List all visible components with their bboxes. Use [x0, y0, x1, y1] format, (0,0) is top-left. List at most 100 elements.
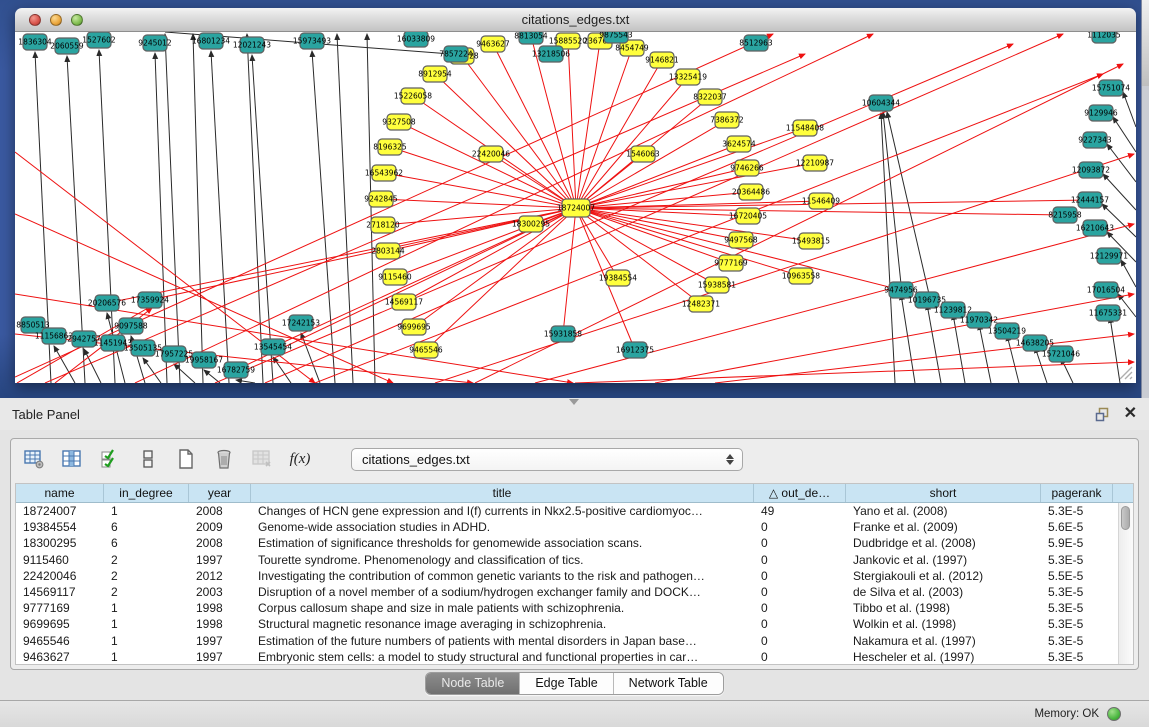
table-row[interactable]: 2242004622012Investigating the contribut… [16, 568, 1118, 584]
graph-node[interactable]: 9465546 [409, 342, 443, 358]
graph-node[interactable]: 19384554 [599, 270, 637, 286]
select-columns-check-icon[interactable] [97, 446, 123, 472]
split-pane-handle[interactable] [569, 399, 579, 405]
graph-node[interactable]: 8215958 [1048, 207, 1082, 223]
graph-node[interactable]: 8813054 [514, 32, 548, 44]
table-row[interactable]: 969969511998Structural magnetic resonanc… [16, 616, 1118, 632]
table-selector-dropdown[interactable]: citations_edges.txt [351, 448, 743, 471]
scrollbar-thumb[interactable] [1121, 506, 1130, 530]
network-window-titlebar[interactable]: citations_edges.txt [15, 8, 1136, 32]
graph-node[interactable]: 9463627 [476, 36, 510, 52]
table-row[interactable]: 977716911998Corpus callosum shape and si… [16, 600, 1118, 616]
graph-node[interactable]: 3624574 [722, 136, 756, 152]
graph-node[interactable]: 18300295 [512, 216, 550, 232]
graph-node[interactable]: 15751074 [1092, 80, 1130, 96]
column-header-out_degree[interactable]: △ out_de… [754, 484, 846, 502]
graph-node[interactable]: 15973493 [293, 33, 331, 49]
graph-node[interactable]: 9129946 [1084, 105, 1118, 121]
graph-node[interactable]: 1527602 [82, 32, 116, 48]
graph-node[interactable]: 15721046 [1042, 346, 1080, 362]
table-row[interactable]: 946362711997Embryonic stem cells: a mode… [16, 649, 1118, 664]
network-window[interactable]: citations_edges.txt 18724007 15226058 9327… [15, 8, 1136, 383]
float-panel-icon[interactable] [1095, 407, 1110, 422]
function-builder-icon[interactable]: f(x) [287, 446, 313, 472]
table-vertical-scrollbar[interactable] [1118, 503, 1133, 664]
graph-node[interactable]: 9242845 [364, 191, 398, 207]
graph-node[interactable]: 11546409 [802, 193, 840, 209]
graph-node[interactable]: 7857224 [439, 46, 473, 62]
graph-node[interactable]: 2718120 [366, 217, 400, 233]
table-column-icon[interactable] [59, 446, 85, 472]
graph-node[interactable]: 10963558 [782, 268, 820, 284]
zoom-window-button[interactable] [71, 14, 83, 26]
graph-node[interactable]: 13325419 [669, 69, 707, 85]
graph-node[interactable]: 9245012 [138, 35, 172, 51]
graph-node[interactable]: 13504219 [988, 323, 1026, 339]
graph-node[interactable]: 9115460 [378, 269, 412, 285]
graph-node[interactable]: 9497568 [724, 232, 758, 248]
graph-node[interactable]: 15931858 [544, 326, 582, 342]
delete-table-icon[interactable] [211, 446, 237, 472]
graph-node[interactable]: 9327508 [382, 114, 416, 130]
column-header-pagerank[interactable]: pagerank [1041, 484, 1113, 502]
table-row[interactable]: 1830029562008Estimation of significance … [16, 535, 1118, 551]
graph-node[interactable]: 12210987 [796, 155, 834, 171]
row-height-icon[interactable] [135, 446, 161, 472]
graph-node[interactable]: 16033809 [397, 32, 435, 47]
table-row[interactable]: 1872400712008Changes of HCN gene express… [16, 503, 1118, 519]
graph-node[interactable]: 16801234 [192, 33, 230, 49]
graph-node[interactable]: 8322037 [693, 89, 727, 105]
tab-edge-table[interactable]: Edge Table [519, 673, 612, 694]
network-view-canvas[interactable]: 1872400715226058932750881963251654396292… [15, 32, 1136, 383]
table-row[interactable]: 946554611997Estimation of the future num… [16, 633, 1118, 649]
graph-node[interactable]: 20364486 [732, 184, 770, 200]
table-row[interactable]: 1938455462009Genome-wide association stu… [16, 519, 1118, 535]
column-header-title[interactable]: title [251, 484, 754, 502]
window-resize-grip[interactable] [1117, 364, 1133, 380]
graph-node[interactable]: 16912375 [616, 342, 654, 358]
graph-node[interactable]: 9777169 [714, 255, 748, 271]
graph-node[interactable]: 12129971 [1090, 248, 1128, 264]
graph-node[interactable]: 22420046 [472, 146, 510, 162]
graph-node[interactable]: 7386372 [710, 112, 744, 128]
close-window-button[interactable] [29, 14, 41, 26]
tab-network-table[interactable]: Network Table [613, 673, 723, 694]
cell-in_degree: 6 [104, 520, 189, 534]
graph-node[interactable]: 11548408 [786, 120, 824, 136]
graph-node[interactable]: 9097588 [114, 318, 148, 334]
graph-node[interactable]: 2803144 [371, 243, 405, 259]
graph-node[interactable]: 1112035 [1087, 32, 1121, 43]
column-header-short[interactable]: short [846, 484, 1041, 502]
graph-node[interactable]: 9875543 [599, 32, 633, 43]
table-row[interactable]: 911546021997Tourette syndrome. Phenomeno… [16, 552, 1118, 568]
graph-node[interactable]: 12482371 [682, 296, 720, 312]
column-header-name[interactable]: name [16, 484, 104, 502]
graph-node[interactable]: 8912954 [418, 66, 452, 82]
graph-node[interactable]: 14638205 [1016, 335, 1054, 351]
graph-hub-node[interactable]: 18724007 [557, 199, 595, 217]
table-row[interactable]: 1456911722003Disruption of a novel membe… [16, 584, 1118, 600]
graph-node[interactable]: 1546063 [626, 146, 660, 162]
graph-node[interactable]: 20206576 [88, 295, 126, 311]
graph-node[interactable]: 9699695 [397, 319, 431, 335]
graph-node[interactable]: 2060559 [50, 38, 84, 54]
column-header-in_degree[interactable]: in_degree [104, 484, 189, 502]
graph-node[interactable]: 9146821 [645, 52, 679, 68]
graph-node[interactable]: 10604344 [862, 95, 900, 111]
graph-node[interactable]: 9746266 [730, 160, 764, 176]
graph-node[interactable]: 9227343 [1078, 132, 1112, 148]
graph-node[interactable]: 11675331 [1089, 305, 1127, 321]
graph-node[interactable]: 15938581 [698, 277, 736, 293]
graph-node[interactable]: 1836304 [18, 34, 52, 50]
graph-node[interactable]: 15226058 [394, 88, 432, 104]
graph-node[interactable]: 8512963 [739, 35, 773, 51]
column-header-year[interactable]: year [189, 484, 251, 502]
table-settings-icon[interactable] [21, 446, 47, 472]
graph-node[interactable]: 8196325 [373, 139, 407, 155]
new-table-icon[interactable] [173, 446, 199, 472]
graph-node[interactable]: 15493815 [792, 233, 830, 249]
tab-node-table[interactable]: Node Table [426, 673, 519, 694]
close-panel-icon[interactable]: ✕ [1124, 406, 1137, 422]
graph-node[interactable]: 17242153 [282, 315, 320, 331]
minimize-window-button[interactable] [50, 14, 62, 26]
